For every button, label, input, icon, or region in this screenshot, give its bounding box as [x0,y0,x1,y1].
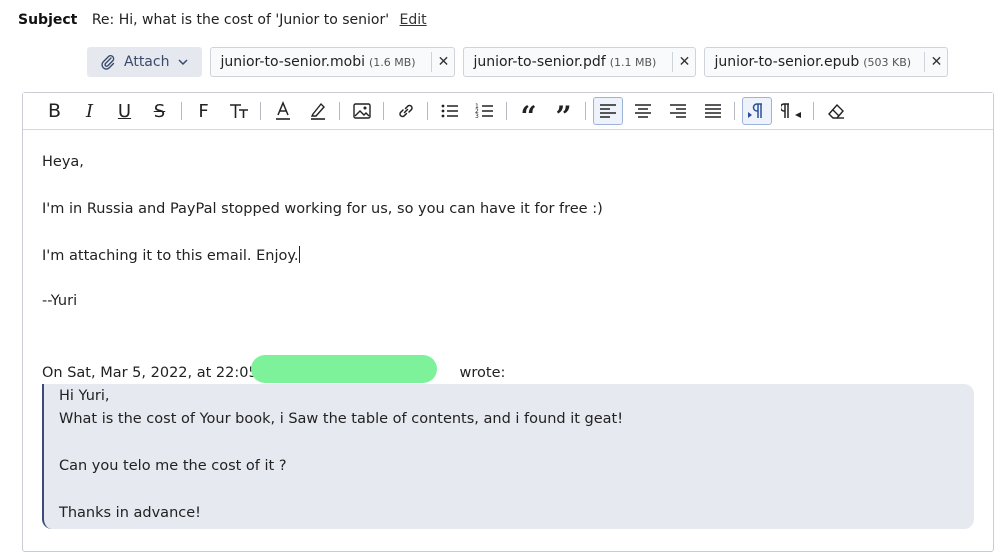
strikethrough-button[interactable]: S [145,97,175,125]
quote-line: Thanks in advance! [59,505,201,521]
insert-link-button[interactable] [391,97,421,125]
image-icon [352,103,371,119]
italic-button[interactable]: I [75,97,105,125]
numbered-list-icon: 123 [475,103,493,120]
svg-text:3: 3 [475,113,479,120]
align-right-icon [669,104,686,118]
align-right-button[interactable] [663,97,693,125]
quote-line: What is the cost of Your book, i Saw the… [59,411,624,427]
font-size-button[interactable] [224,97,254,125]
open-quote-icon: “ [520,100,537,133]
message-editor: B I U S F 123 “ ” Heya, I'm in Russia an… [22,92,994,552]
highlighter-icon [310,102,325,120]
subject-text: Re: Hi, what is the cost of 'Junior to s… [91,12,390,28]
bold-button[interactable]: B [40,97,70,125]
message-line-text: I'm attaching it to this email. Enjoy. [42,248,299,264]
text-color-icon [275,101,290,120]
quote-close-button[interactable]: ” [549,97,579,131]
attach-button[interactable]: Attach [87,47,203,77]
redaction-mark [251,355,437,383]
align-left-button[interactable] [592,97,623,125]
justify-button[interactable] [698,97,728,125]
justify-icon [704,104,721,118]
reply-header-suffix: wrote: [459,365,506,381]
rtl-direction-button[interactable] [777,97,807,125]
signature-line: --Yuri [42,293,78,309]
attachments-row: Attach junior-to-senior.mobi (1.6 MB) ✕ … [87,47,949,77]
text-color-button[interactable] [268,97,298,125]
quote-line: Can you telo me the cost of it ? [59,458,287,474]
attach-button-label: Attach [124,54,170,70]
subject-label: Subject [18,12,78,28]
attachment-chip: junior-to-senior.epub (503 KB) ✕ [704,47,949,77]
italic-icon: I [85,100,94,122]
align-left-icon [599,104,616,118]
underline-icon: U [117,100,132,122]
reply-header-prefix: On Sat, Mar 5, 2022, at 22:05, [42,365,263,381]
bulleted-list-button[interactable] [435,97,465,125]
quote-line: Hi Yuri, [59,388,110,404]
toolbar-divider [427,102,428,120]
message-line: I'm in Russia and PayPal stopped working… [42,201,603,217]
remove-attachment-icon[interactable]: ✕ [673,54,695,70]
edit-subject-link[interactable]: Edit [400,12,427,28]
attachment-name: junior-to-senior.pdf [473,54,606,70]
toolbar-divider [181,102,182,120]
ltr-paragraph-icon [747,103,762,118]
align-center-button[interactable] [628,97,658,125]
remove-attachment-icon[interactable]: ✕ [432,54,454,70]
chevron-down-icon [178,59,188,66]
message-line: I'm attaching it to this email. Enjoy. [42,246,301,266]
ltr-direction-button[interactable] [741,97,772,125]
eraser-icon [827,103,844,119]
insert-image-button[interactable] [347,97,377,125]
attachment-name: junior-to-senior.epub [714,54,860,70]
toolbar-divider [585,102,586,120]
clear-formatting-button[interactable] [821,97,851,125]
attachment-chip: junior-to-senior.pdf (1.1 MB) ✕ [463,47,697,77]
align-center-icon [634,104,651,118]
greeting-line: Heya, [42,154,84,170]
highlight-button[interactable] [303,97,333,125]
font-size-icon [229,104,248,118]
attachment-chip: junior-to-senior.mobi (1.6 MB) ✕ [210,47,456,77]
attachment-size: (1.6 MB) [368,55,416,69]
attachment-name: junior-to-senior.mobi [220,54,365,70]
underline-button[interactable]: U [110,97,140,125]
quoted-message: Hi Yuri, What is the cost of Your book, … [42,384,974,529]
strikethrough-icon: S [153,100,166,122]
numbered-list-button[interactable]: 123 [470,97,500,125]
font-family-button[interactable]: F [189,97,219,125]
subject-row: Subject Re: Hi, what is the cost of 'Jun… [18,10,427,30]
attachment-size: (1.1 MB) [609,55,657,69]
toolbar-divider [734,102,735,120]
paperclip-icon [101,55,115,70]
toolbar-divider [813,102,814,120]
quote-open-button[interactable]: “ [514,97,544,131]
rtl-paragraph-icon [780,103,801,118]
remove-attachment-icon[interactable]: ✕ [925,54,947,70]
toolbar-divider [506,102,507,120]
close-quote-icon: ” [555,100,572,133]
toolbar-divider [383,102,384,120]
text-caret [299,246,301,263]
formatting-toolbar: B I U S F 123 “ ” [23,93,993,131]
bold-icon: B [47,100,62,122]
font-family-icon: F [198,100,209,122]
toolbar-divider [260,102,261,120]
attachment-size: (503 KB) [863,55,912,69]
link-icon [398,104,413,118]
toolbar-divider [339,102,340,120]
bulleted-list-icon [441,104,458,118]
